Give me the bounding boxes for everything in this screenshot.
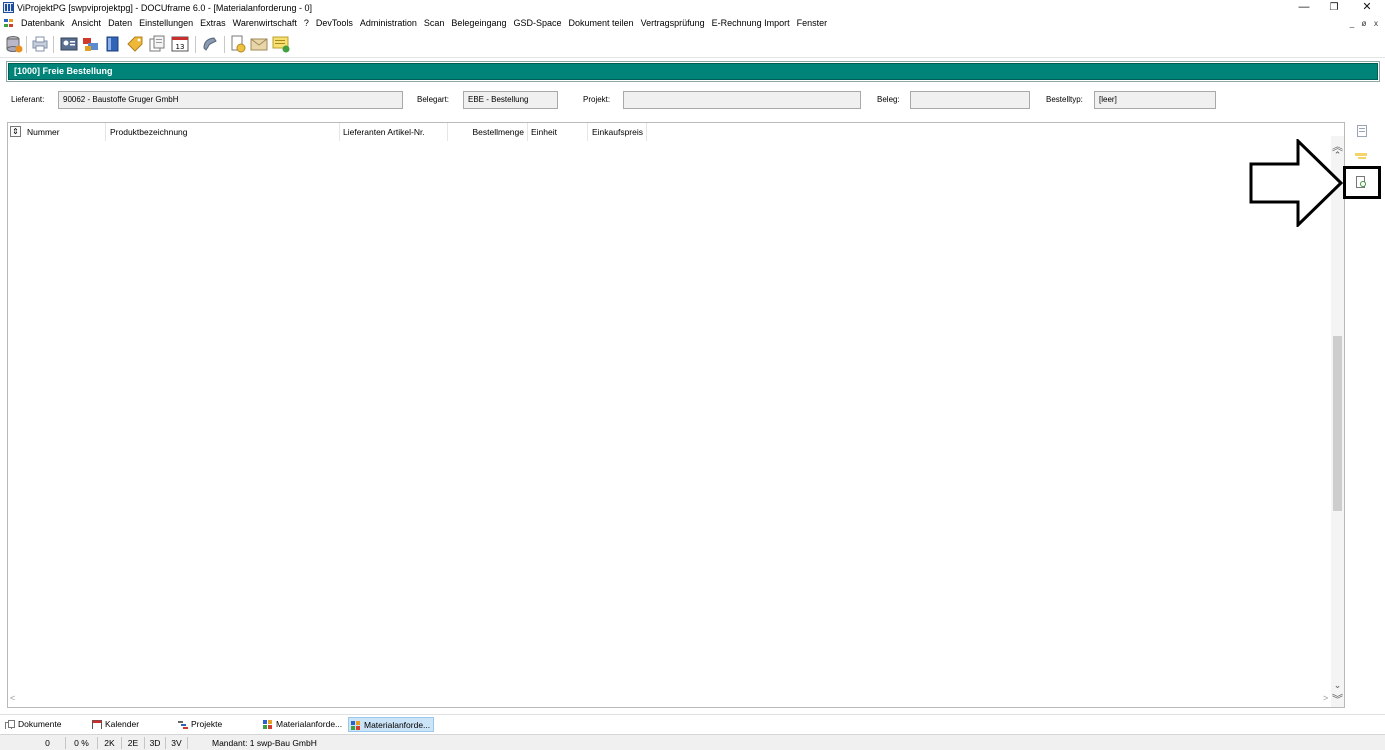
- highlight-box: [1343, 166, 1381, 199]
- menu-item-ansicht[interactable]: Ansicht: [72, 18, 102, 28]
- menu-item-warenwirtschaft[interactable]: Warenwirtschaft: [233, 18, 297, 28]
- lieferant-label: Lieferant:: [11, 95, 45, 104]
- calendar-icon[interactable]: 13: [171, 35, 189, 53]
- annotation-arrow-icon: [1249, 139, 1344, 227]
- toolbar: 13: [0, 31, 1385, 58]
- menu-items: Datenbank Ansicht Daten Einstellungen Extras…: [21, 18, 834, 28]
- beleg-field[interactable]: [910, 91, 1030, 109]
- belegart-label: Belegart:: [417, 95, 450, 104]
- belegart-field[interactable]: EBE - Bestellung: [463, 91, 558, 109]
- menu-item-einstellungen[interactable]: Einstellungen: [139, 18, 193, 28]
- menu-item-gsd-space[interactable]: GSD-Space: [513, 18, 561, 28]
- positions-grid[interactable]: ⇕ Nummer Produktbezeichnung Lieferanten …: [7, 122, 1345, 708]
- scroll-left-icon[interactable]: <: [10, 693, 15, 703]
- material-request-icon: [263, 720, 272, 729]
- list-view-icon[interactable]: [1356, 125, 1368, 137]
- status-count: 0: [30, 737, 66, 749]
- window-menu-icon[interactable]: [4, 19, 14, 28]
- task-kalender[interactable]: Kalender: [90, 717, 168, 732]
- svg-text:13: 13: [176, 43, 185, 51]
- status-3d: 3D: [145, 737, 166, 749]
- mdi-restore-button[interactable]: ø: [1359, 19, 1369, 28]
- projects-icon: [178, 721, 188, 729]
- task-label: Dokumente: [18, 719, 62, 729]
- close-button[interactable]: ✕: [1350, 0, 1384, 16]
- sort-toggle-icon[interactable]: ⇕: [10, 126, 21, 137]
- print-icon[interactable]: [31, 35, 49, 53]
- status-percent: 0 %: [66, 737, 98, 749]
- grid-header: ⇕ Nummer Produktbezeichnung Lieferanten …: [8, 123, 653, 141]
- scroll-bottom-icon[interactable]: ︾: [1331, 691, 1344, 707]
- menu-item-e-rechnung-import[interactable]: E-Rechnung Import: [712, 18, 790, 28]
- bestelltyp-label: Bestelltyp:: [1046, 95, 1083, 104]
- scroll-right-icon[interactable]: >: [1323, 693, 1328, 703]
- material-request-icon: [351, 721, 360, 730]
- window-taskbar: Dokumente Kalender Projekte Materialanfo…: [0, 714, 1385, 733]
- menu-item-daten[interactable]: Daten: [108, 18, 132, 28]
- menu-item-belegeingang[interactable]: Belegeingang: [451, 18, 506, 28]
- menu-item-extras[interactable]: Extras: [200, 18, 226, 28]
- task-label: Kalender: [105, 719, 140, 729]
- projekt-field[interactable]: [623, 91, 861, 109]
- scroll-down-icon[interactable]: ⌄: [1331, 680, 1344, 691]
- column-lieferanten-artikel-nr[interactable]: Lieferanten Artikel-Nr.: [340, 123, 448, 141]
- status-bar: 0 0 % 2K 2E 3D 3V Mandant: 1 swp-Bau Gmb…: [0, 734, 1385, 750]
- minimize-button[interactable]: —: [1287, 0, 1321, 16]
- task-label: Projekte: [191, 719, 223, 729]
- tag-icon[interactable]: [126, 35, 144, 53]
- app-icon: [3, 2, 14, 13]
- projekt-label: Projekt:: [583, 95, 611, 104]
- status-mandant: Mandant: 1 swp-Bau GmbH: [212, 738, 317, 748]
- title-bar: ViProjektPG [swpviprojektpg] - DOCUframe…: [0, 0, 1385, 16]
- window-title: ViProjektPG [swpviprojektpg] - DOCUframe…: [17, 3, 312, 13]
- menu-item-dokument-teilen[interactable]: Dokument teilen: [569, 18, 634, 28]
- note-icon[interactable]: [272, 35, 290, 53]
- task-dokumente[interactable]: Dokumente: [3, 717, 83, 732]
- column-einkaufspreis[interactable]: Einkaufspreis: [588, 123, 647, 141]
- mail-icon[interactable]: [250, 35, 268, 53]
- column-bestellmenge[interactable]: Bestellmenge: [448, 123, 528, 141]
- task-label: Materialanforde...: [276, 719, 343, 729]
- menu-item-vertragsprüfung[interactable]: Vertragsprüfung: [641, 18, 705, 28]
- horizontal-scrollbar[interactable]: < >: [8, 693, 1331, 706]
- status-2k: 2K: [98, 737, 122, 749]
- task-materialanforderung-1[interactable]: Materialanforde...: [261, 717, 347, 732]
- panel-header: [1000] Freie Bestellung: [8, 63, 1378, 80]
- filter-icon[interactable]: [1355, 151, 1367, 163]
- column-nummer[interactable]: Nummer: [24, 123, 106, 141]
- documents-icon[interactable]: [148, 35, 166, 53]
- menu-item-datenbank[interactable]: Datenbank: [21, 18, 65, 28]
- lieferant-field[interactable]: 90062 - Baustoffe Gruger GmbH: [58, 91, 403, 109]
- status-2e: 2E: [122, 737, 145, 749]
- column-produktbezeichnung[interactable]: Produktbezeichnung: [107, 123, 340, 141]
- mdi-close-button[interactable]: x: [1371, 19, 1381, 28]
- calendar-icon: [92, 720, 102, 729]
- menu-item-fenster[interactable]: Fenster: [797, 18, 828, 28]
- task-projekte[interactable]: Projekte: [176, 717, 256, 732]
- beleg-label: Beleg:: [877, 95, 900, 104]
- database-icon[interactable]: [5, 35, 23, 53]
- menu-bar: Datenbank Ansicht Daten Einstellungen Extras…: [0, 16, 1385, 31]
- menu-item-devtools[interactable]: DevTools: [316, 18, 353, 28]
- menu-item-[interactable]: ?: [304, 18, 309, 28]
- menu-item-administration[interactable]: Administration: [360, 18, 417, 28]
- new-document-icon[interactable]: [229, 35, 247, 53]
- book-icon[interactable]: [104, 35, 122, 53]
- mdi-minimize-button[interactable]: _: [1347, 19, 1357, 28]
- scroll-thumb[interactable]: [1333, 336, 1342, 511]
- documents-icon: [5, 720, 15, 729]
- phone-icon[interactable]: [201, 35, 219, 53]
- menu-item-scan[interactable]: Scan: [424, 18, 445, 28]
- task-materialanforderung-2[interactable]: Materialanforde...: [348, 717, 434, 732]
- tasks-icon[interactable]: [82, 35, 100, 53]
- bestelltyp-field[interactable]: [leer]: [1094, 91, 1216, 109]
- maximize-button[interactable]: ❐: [1317, 0, 1351, 16]
- task-label: Materialanforde...: [364, 720, 431, 730]
- contact-card-icon[interactable]: [60, 35, 78, 53]
- status-3v: 3V: [166, 737, 188, 749]
- column-einheit[interactable]: Einheit: [528, 123, 588, 141]
